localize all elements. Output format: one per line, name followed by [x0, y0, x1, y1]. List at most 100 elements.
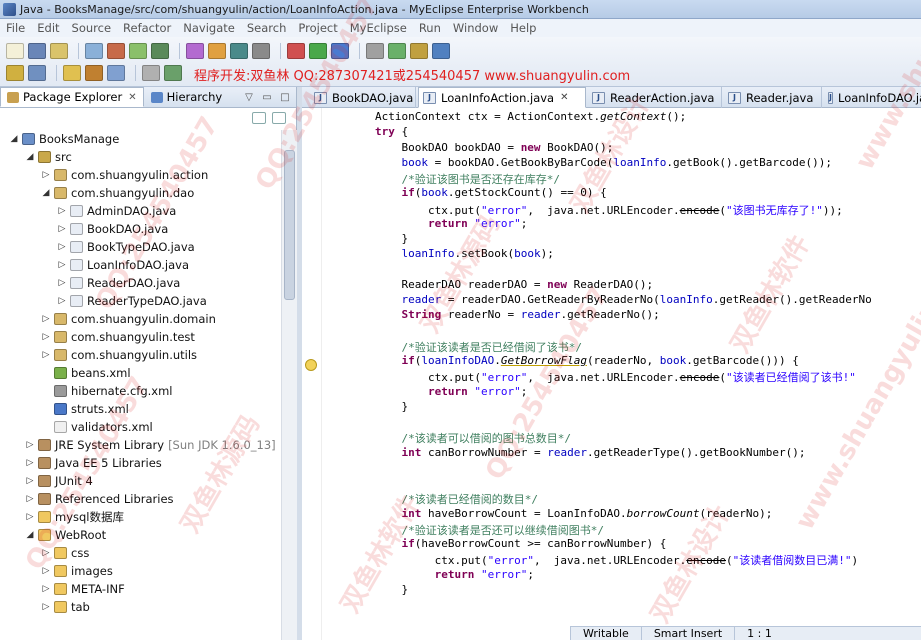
tree-item[interactable]: ▷ BookTypeDAO.java	[56, 238, 195, 256]
expanded-twisty-icon[interactable]: ◢	[24, 152, 36, 162]
toolbar-button-icon[interactable]	[331, 43, 349, 59]
toolbar-button-icon[interactable]	[50, 43, 68, 59]
collapsed-twisty-icon[interactable]: ▷	[24, 494, 36, 504]
tree-item[interactable]: ▷ tab	[40, 598, 90, 616]
tree-item[interactable]: beans.xml	[40, 364, 131, 382]
tree-item[interactable]: struts.xml	[40, 400, 129, 418]
toolbar-button-icon[interactable]	[366, 43, 384, 59]
collapsed-twisty-icon[interactable]: ▷	[56, 242, 68, 252]
collapsed-twisty-icon[interactable]: ▷	[40, 566, 52, 576]
toolbar-button-icon[interactable]	[6, 43, 24, 59]
tree-item[interactable]: ▷ Referenced Libraries	[24, 490, 174, 508]
tree-item[interactable]: ◢ src	[24, 148, 72, 166]
expanded-twisty-icon[interactable]: ◢	[40, 188, 52, 198]
tree-item[interactable]: hibernate.cfg.xml	[40, 382, 173, 400]
close-icon[interactable]: ✕	[128, 92, 136, 103]
collapsed-twisty-icon[interactable]: ▷	[40, 332, 52, 342]
tree-item[interactable]: ◢ WebRoot	[24, 526, 107, 544]
menu-window[interactable]: Window	[447, 21, 504, 35]
collapsed-twisty-icon[interactable]: ▷	[40, 602, 52, 612]
collapsed-twisty-icon[interactable]: ▷	[56, 224, 68, 234]
toolbar-button-icon[interactable]	[28, 65, 46, 81]
editor-tab-loaninfoaction-java[interactable]: J LoanInfoAction.java ✕	[418, 87, 586, 108]
tree-item[interactable]: ▷ com.shuangyulin.action	[40, 166, 209, 184]
collapsed-twisty-icon[interactable]: ▷	[40, 170, 52, 180]
collapsed-twisty-icon[interactable]: ▷	[56, 278, 68, 288]
toolbar-button-icon[interactable]	[230, 43, 248, 59]
menu-project[interactable]: Project	[292, 21, 343, 35]
toolbar-button-icon[interactable]	[287, 43, 305, 59]
collapsed-twisty-icon[interactable]: ▷	[24, 458, 36, 468]
tree-item[interactable]: ▷ ReaderTypeDAO.java	[56, 292, 207, 310]
tree-item[interactable]: ▷ JRE System Library [Sun JDK 1.6.0_13]	[24, 436, 276, 454]
collapsed-twisty-icon[interactable]: ▷	[40, 314, 52, 324]
toolbar-button-icon[interactable]	[164, 65, 182, 81]
tree-item[interactable]: ▷ com.shuangyulin.utils	[40, 346, 198, 364]
collapsed-twisty-icon[interactable]: ▷	[56, 206, 68, 216]
menu-edit[interactable]: Edit	[31, 21, 65, 35]
toolbar-button-icon[interactable]	[309, 43, 327, 59]
menu-source[interactable]: Source	[66, 21, 118, 35]
toolbar-button-icon[interactable]	[186, 43, 204, 59]
editor-tab-bookdao-java[interactable]: J BookDAO.java	[310, 87, 416, 108]
toolbar-button-icon[interactable]	[28, 43, 46, 59]
tab-hierarchy[interactable]: Hierarchy	[144, 87, 230, 107]
toolbar-button-icon[interactable]	[107, 43, 125, 59]
view-menu-icon[interactable]: ▽	[242, 90, 256, 104]
collapsed-twisty-icon[interactable]: ▷	[40, 584, 52, 594]
menu-run[interactable]: Run	[413, 21, 447, 35]
collapsed-twisty-icon[interactable]: ▷	[24, 440, 36, 450]
collapsed-twisty-icon[interactable]: ▷	[24, 476, 36, 486]
toolbar-button-icon[interactable]	[129, 43, 147, 59]
menu-help[interactable]: Help	[504, 21, 542, 35]
tree-item[interactable]: ▷ mysql数据库	[24, 508, 124, 526]
tree-item[interactable]: ◢ BooksManage	[8, 130, 120, 148]
tree-item[interactable]: ▷ com.shuangyulin.domain	[40, 310, 216, 328]
minimize-icon[interactable]: ▭	[260, 90, 274, 104]
toolbar-button-icon[interactable]	[410, 43, 428, 59]
expanded-twisty-icon[interactable]: ◢	[8, 134, 20, 144]
close-icon[interactable]: ✕	[560, 92, 568, 103]
toolbar-button-icon[interactable]	[252, 43, 270, 59]
toolbar-button-icon[interactable]	[208, 43, 226, 59]
tree-item[interactable]: ▷ META-INF	[40, 580, 125, 598]
collapsed-twisty-icon[interactable]: ▷	[40, 548, 52, 558]
collapsed-twisty-icon[interactable]: ▷	[24, 512, 36, 522]
tree-scrollbar[interactable]	[281, 130, 297, 640]
collapse-all-icon[interactable]	[252, 112, 266, 124]
tree-item[interactable]: ▷ JUnit 4	[24, 472, 93, 490]
tree-item[interactable]: ▷ ReaderDAO.java	[56, 274, 181, 292]
link-with-editor-icon[interactable]	[272, 112, 286, 124]
toolbar-button-icon[interactable]	[6, 65, 24, 81]
code-area[interactable]: ActionContext ctx = ActionContext.getCon…	[322, 108, 921, 615]
collapsed-twisty-icon[interactable]: ▷	[56, 296, 68, 306]
tree-item[interactable]: ▷ com.shuangyulin.test	[40, 328, 195, 346]
warning-marker-icon[interactable]	[305, 359, 317, 371]
tree-item[interactable]: ◢ com.shuangyulin.dao	[40, 184, 195, 202]
tree-item[interactable]: ▷ LoanInfoDAO.java	[56, 256, 189, 274]
tree-item[interactable]: validators.xml	[40, 418, 153, 436]
editor-tab-loaninfodao-java[interactable]: J LoanInfoDAO.java	[824, 87, 921, 108]
menu-search[interactable]: Search	[241, 21, 293, 35]
menu-refactor[interactable]: Refactor	[117, 21, 177, 35]
toolbar-button-icon[interactable]	[388, 43, 406, 59]
tree-item[interactable]: ▷ AdminDAO.java	[56, 202, 177, 220]
tree-item[interactable]: ▷ BookDAO.java	[56, 220, 169, 238]
tree-item[interactable]: ▷ images	[40, 562, 113, 580]
toolbar-button-icon[interactable]	[85, 65, 103, 81]
menu-file[interactable]: File	[0, 21, 31, 35]
toolbar-button-icon[interactable]	[142, 65, 160, 81]
toolbar-button-icon[interactable]	[151, 43, 169, 59]
menu-navigate[interactable]: Navigate	[177, 21, 241, 35]
tab-package-explorer[interactable]: Package Explorer ✕	[0, 87, 144, 107]
tree-item[interactable]: ▷ css	[40, 544, 90, 562]
scrollbar-thumb[interactable]	[284, 150, 295, 300]
collapsed-twisty-icon[interactable]: ▷	[40, 350, 52, 360]
collapsed-twisty-icon[interactable]: ▷	[56, 260, 68, 270]
toolbar-button-icon[interactable]	[85, 43, 103, 59]
toolbar-button-icon[interactable]	[107, 65, 125, 81]
menu-myeclipse[interactable]: MyEclipse	[344, 21, 413, 35]
editor-tab-readeraction-java[interactable]: J ReaderAction.java	[588, 87, 722, 108]
expanded-twisty-icon[interactable]: ◢	[24, 530, 36, 540]
editor-tab-reader-java[interactable]: J Reader.java	[724, 87, 822, 108]
